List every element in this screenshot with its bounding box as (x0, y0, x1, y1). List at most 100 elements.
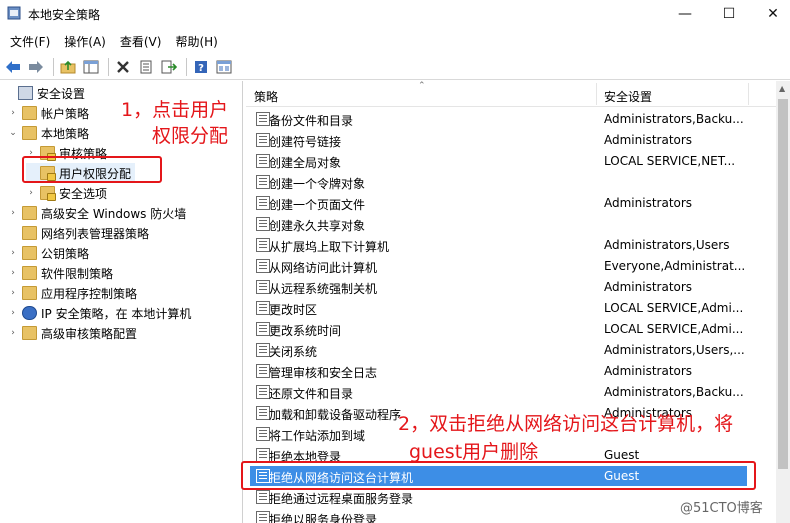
maximize-button[interactable]: ☐ (706, 0, 752, 28)
folder-icon (22, 126, 37, 140)
policy-name: 还原文件和目录 (269, 387, 354, 401)
policy-name: 创建一个页面文件 (269, 198, 366, 212)
tree-twisty[interactable]: › (26, 188, 36, 198)
policy-icon (256, 364, 270, 378)
tree-node-public-key-policies[interactable]: › 公钥策略 (8, 243, 89, 263)
toolbar: ? (0, 54, 790, 80)
up-folder-icon[interactable] (58, 57, 78, 77)
view-icon[interactable] (214, 57, 234, 77)
column-divider[interactable] (748, 83, 749, 105)
policy-icon (256, 133, 270, 147)
folder-icon (22, 206, 37, 220)
policy-row[interactable]: 创建一个页面文件 Administrators (250, 193, 747, 213)
menu-action[interactable]: 操作(A) (58, 33, 112, 50)
policy-row[interactable]: 更改时区 LOCAL SERVICE,Admi... (250, 298, 747, 318)
properties-icon[interactable] (136, 57, 156, 77)
policy-icon (256, 490, 270, 504)
tree-twisty[interactable]: › (8, 328, 18, 338)
menu-help[interactable]: 帮助(H) (169, 33, 223, 50)
annotation-step1-line2: 权限分配 (152, 125, 229, 147)
title-bar: 本地安全策略 — ☐ ✕ (0, 0, 790, 28)
tree-node-software-restriction[interactable]: › 软件限制策略 (8, 263, 113, 283)
tree-node-local-policies[interactable]: ⌄ 本地策略 (8, 123, 89, 143)
tree-twisty[interactable]: › (8, 268, 18, 278)
watermark: @51CTO博客 (680, 501, 763, 516)
policy-row[interactable]: 创建全局对象 LOCAL SERVICE,NET... (250, 151, 747, 171)
annotation-step1-line1: 1，点击用户 (121, 99, 229, 121)
policy-setting: Administrators,Backu... (604, 385, 744, 399)
policy-name: 创建全局对象 (269, 156, 342, 170)
policy-row[interactable]: 从网络访问此计算机 Everyone,Administrat... (250, 256, 747, 276)
tree-node-advanced-audit[interactable]: › 高级审核策略配置 (8, 323, 137, 343)
tree-node-label: 帐户策略 (41, 106, 90, 121)
policy-setting: Administrators,Users (604, 238, 730, 252)
minimize-button[interactable]: — (662, 0, 708, 28)
policy-name: 创建符号链接 (269, 135, 342, 149)
policy-icon (256, 385, 270, 399)
policy-row[interactable]: 创建符号链接 Administrators (250, 130, 747, 150)
tree-node-ip-security[interactable]: › IP 安全策略，在 本地计算机 (8, 303, 191, 323)
tree-node-security-settings[interactable]: 安全设置 (4, 83, 85, 103)
tree-twisty[interactable]: ⌄ (8, 128, 18, 138)
help-icon[interactable]: ? (191, 57, 211, 77)
folder-icon (22, 226, 37, 240)
policy-row[interactable]: 备份文件和目录 Administrators,Backu... (250, 109, 747, 129)
column-header-security-setting[interactable]: 安全设置 (604, 88, 652, 105)
scroll-up-icon[interactable]: ▲ (779, 84, 785, 93)
delete-icon[interactable] (113, 57, 133, 77)
back-arrow-icon[interactable] (3, 57, 23, 77)
tree-node-application-control[interactable]: › 应用程序控制策略 (8, 283, 137, 303)
tree-node-account-policies[interactable]: › 帐户策略 (8, 103, 89, 123)
tree-node-label: 软件限制策略 (41, 266, 114, 281)
policy-row[interactable]: 还原文件和目录 Administrators,Backu... (250, 382, 747, 402)
export-icon[interactable] (159, 57, 179, 77)
menu-view[interactable]: 查看(V) (114, 33, 168, 50)
policy-row[interactable]: 拒绝通过远程桌面服务登录 (250, 487, 747, 507)
tree-node-network-list-manager[interactable]: 网络列表管理器策略 (8, 223, 149, 243)
policy-row[interactable]: 从扩展坞上取下计算机 Administrators,Users (250, 235, 747, 255)
policy-icon (256, 343, 270, 357)
show-tree-icon[interactable] (81, 57, 101, 77)
tree-node-label: 本地策略 (41, 126, 90, 141)
folder-icon (22, 246, 37, 260)
security-policy-app-icon (7, 6, 21, 20)
security-settings-icon (18, 86, 33, 100)
policy-icon (256, 259, 270, 273)
tree-twisty[interactable]: › (8, 288, 18, 298)
policy-icon (256, 175, 270, 189)
toolbar-separator (186, 57, 187, 76)
forward-arrow-icon[interactable] (26, 57, 46, 77)
menu-file[interactable]: 文件(F) (4, 33, 56, 50)
tree-twisty[interactable]: › (8, 248, 18, 258)
policy-setting: Administrators,Backu... (604, 112, 744, 126)
tree-twisty[interactable]: › (8, 108, 18, 118)
policy-setting: Administrators,Users,... (604, 343, 745, 357)
policy-name: 将工作站添加到域 (269, 429, 366, 443)
vertical-scrollbar[interactable]: ▲ (776, 81, 790, 523)
policy-setting: Everyone,Administrat... (604, 259, 746, 273)
svg-text:?: ? (198, 63, 204, 74)
scroll-thumb[interactable] (778, 99, 788, 469)
column-header-policy[interactable]: 策略 (254, 88, 278, 105)
policy-row[interactable]: 管理审核和安全日志 Administrators (250, 361, 747, 381)
column-divider[interactable] (596, 83, 597, 105)
tree-twisty[interactable]: › (8, 308, 18, 318)
policy-row[interactable]: 更改系统时间 LOCAL SERVICE,Admi... (250, 319, 747, 339)
menu-bar: 文件(F) 操作(A) 查看(V) 帮助(H) (0, 30, 790, 52)
policy-setting: Administrators (604, 364, 693, 378)
tree-node-security-options[interactable]: › 安全选项 (26, 183, 107, 203)
policy-row[interactable]: 从远程系统强制关机 Administrators (250, 277, 747, 297)
policy-row[interactable]: 关闭系统 Administrators,Users,... (250, 340, 747, 360)
tree-node-windows-firewall[interactable]: › 高级安全 Windows 防火墙 (8, 203, 186, 223)
tree-twisty[interactable]: › (8, 208, 18, 218)
policy-row[interactable]: 拒绝以服务身份登录 (250, 508, 747, 523)
policy-row[interactable]: 创建一个令牌对象 (250, 172, 747, 192)
tree-node-label: 安全设置 (37, 86, 86, 101)
close-button[interactable]: ✕ (750, 0, 790, 28)
policy-name: 创建永久共享对象 (269, 219, 366, 233)
policy-row[interactable]: 创建永久共享对象 (250, 214, 747, 234)
tree-node-label: 高级安全 Windows 防火墙 (41, 206, 187, 221)
list-header: ⌃ 策略 安全设置 (246, 81, 776, 107)
policy-setting: LOCAL SERVICE,Admi... (604, 322, 744, 336)
policy-icon (256, 406, 270, 420)
